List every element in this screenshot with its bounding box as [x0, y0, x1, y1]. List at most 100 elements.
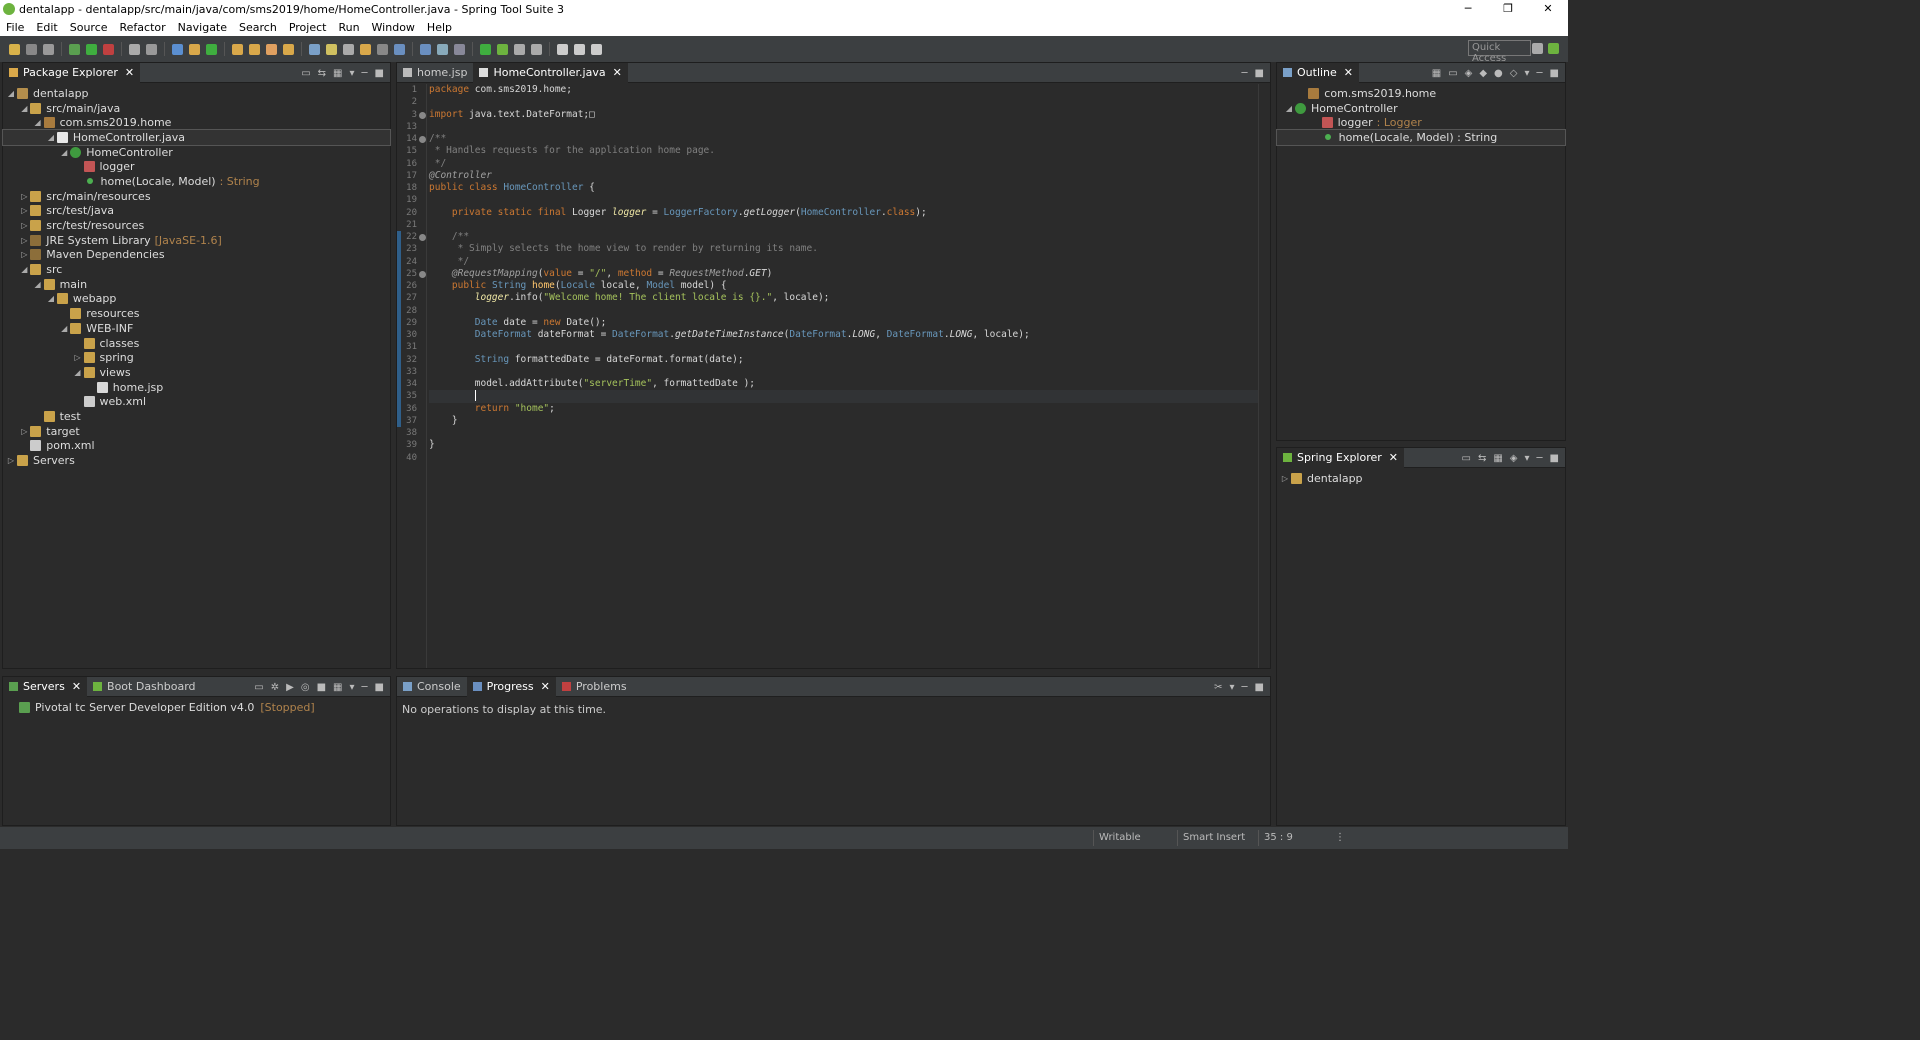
collapse-icon[interactable]: ▭: [254, 682, 263, 693]
maximize-view-icon[interactable]: ■: [1255, 682, 1264, 693]
debug-server-icon[interactable]: ✲: [271, 682, 279, 693]
tab-package-explorer[interactable]: Package Explorer ✕: [3, 62, 141, 83]
collapse-icon[interactable]: ◢: [18, 265, 30, 274]
code-line[interactable]: [429, 219, 1258, 231]
tree-item[interactable]: ◢ main: [3, 277, 390, 292]
boot-dashboard-icon[interactable]: [437, 43, 448, 55]
code-line[interactable]: String formattedDate = dateFormat.format…: [429, 354, 1258, 366]
server-row[interactable]: Pivotal tc Server Developer Edition v4.0…: [3, 700, 390, 715]
new-package-icon[interactable]: [189, 43, 200, 55]
tree-item[interactable]: ◢ webapp: [3, 292, 390, 307]
minimize-view-icon[interactable]: ─: [1537, 453, 1543, 464]
fold-toggle-icon[interactable]: [419, 111, 426, 119]
menu-run[interactable]: Run: [332, 21, 365, 34]
link-editor-icon[interactable]: ⇆: [318, 68, 326, 79]
close-icon[interactable]: ✕: [72, 680, 81, 693]
last-edit-icon[interactable]: [591, 43, 602, 55]
tree-item[interactable]: ▷ src/main/resources: [3, 189, 390, 204]
tree-item[interactable]: test: [3, 409, 390, 424]
collapse-icon[interactable]: ◢: [72, 368, 84, 377]
code-line[interactable]: */: [429, 256, 1258, 268]
tree-item[interactable]: ◢ dentalapp: [3, 86, 390, 101]
code-line[interactable]: logger.info("Welcome home! The client lo…: [429, 292, 1258, 304]
expand-icon[interactable]: ▷: [5, 456, 17, 465]
collapse-icon[interactable]: ◢: [45, 133, 57, 142]
open-resource-icon[interactable]: [283, 43, 294, 55]
menu-project[interactable]: Project: [283, 21, 333, 34]
code-line[interactable]: public class HomeController {: [429, 182, 1258, 194]
tree-item[interactable]: ◢ views: [3, 365, 390, 380]
expand-icon[interactable]: ▷: [18, 206, 30, 215]
insert-mode-status[interactable]: Smart Insert: [1177, 830, 1258, 846]
view-menu-icon[interactable]: ▾: [349, 682, 354, 693]
fold-toggle-icon[interactable]: [419, 136, 426, 143]
deploy-icon[interactable]: [146, 43, 157, 55]
new-icon[interactable]: [9, 43, 20, 55]
stop-server-icon[interactable]: ■: [317, 682, 326, 693]
code-line[interactable]: * Simply selects the home view to render…: [429, 243, 1258, 255]
editor-vertical-scrollbar[interactable]: [1258, 84, 1270, 668]
code-line[interactable]: @Controller: [429, 170, 1258, 182]
close-window-button[interactable]: ✕: [1528, 0, 1568, 18]
tree-item[interactable]: web.xml: [3, 394, 390, 409]
tree-item[interactable]: ◢ HomeController.java: [2, 129, 391, 146]
hide-static-icon[interactable]: ◆: [1479, 68, 1487, 79]
tree-item[interactable]: classes: [3, 336, 390, 351]
code-line[interactable]: /**: [429, 231, 1258, 243]
run-icon[interactable]: [86, 43, 97, 55]
code-line[interactable]: public String home(Locale locale, Model …: [429, 280, 1258, 292]
view-menu-icon[interactable]: ▾: [1524, 68, 1529, 79]
tab-problems[interactable]: Problems: [556, 677, 633, 697]
spring-icon[interactable]: [420, 43, 431, 55]
code-line[interactable]: }: [429, 439, 1258, 451]
tree-item[interactable]: ▷ dentalapp: [1277, 471, 1565, 486]
collapse-all-icon[interactable]: ▭: [301, 68, 310, 79]
code-line[interactable]: [429, 427, 1258, 439]
collapse-all-icon[interactable]: ▭: [1448, 68, 1457, 79]
maximize-editor-icon[interactable]: ■: [1255, 68, 1264, 79]
expand-icon[interactable]: ▷: [18, 236, 30, 245]
code-line[interactable]: [429, 305, 1258, 317]
expand-icon[interactable]: ▷: [72, 353, 84, 362]
relaunch-icon[interactable]: [480, 43, 491, 55]
tree-item[interactable]: resources: [3, 306, 390, 321]
hide-local-types-icon[interactable]: ◇: [1510, 68, 1518, 79]
stop-icon[interactable]: [129, 43, 140, 55]
publish-icon[interactable]: ▦: [333, 682, 342, 693]
code-line[interactable]: model.addAttribute("serverTime", formatt…: [429, 378, 1258, 390]
view-menu-icon[interactable]: ▾: [1524, 453, 1529, 464]
tree-item[interactable]: com.sms2019.home: [1277, 86, 1565, 101]
highlight-icon[interactable]: [326, 43, 337, 55]
more-status-icon[interactable]: ⋮: [1330, 830, 1345, 846]
view-menu-icon[interactable]: ▾: [349, 68, 354, 79]
profile-server-icon[interactable]: ◎: [301, 682, 310, 693]
view-menu-icon[interactable]: ▾: [1229, 682, 1234, 693]
menu-file[interactable]: File: [0, 21, 30, 34]
back-icon[interactable]: [557, 43, 568, 55]
search-icon[interactable]: [266, 43, 277, 55]
tree-item[interactable]: home(Locale, Model): String: [3, 174, 390, 189]
tab-boot-dashboard[interactable]: Boot Dashboard: [87, 677, 202, 697]
forward-icon[interactable]: [574, 43, 585, 55]
minimize-view-icon[interactable]: ─: [362, 68, 368, 79]
collapse-icon[interactable]: ◢: [32, 280, 44, 289]
tree-item[interactable]: pom.xml: [3, 439, 390, 454]
start-server-icon[interactable]: ▶: [286, 682, 294, 693]
menu-navigate[interactable]: Navigate: [172, 21, 233, 34]
maximize-button[interactable]: ❐: [1488, 0, 1528, 18]
tree-item[interactable]: home.jsp: [3, 380, 390, 395]
code-line[interactable]: */: [429, 158, 1258, 170]
tree-item[interactable]: ◢ com.sms2019.home: [3, 115, 390, 130]
maximize-view-icon[interactable]: ■: [1550, 453, 1559, 464]
spring-perspective-icon[interactable]: [1548, 43, 1559, 54]
tree-item[interactable]: ◢ HomeController: [1277, 101, 1565, 116]
tab-console[interactable]: Console: [397, 677, 467, 697]
tree-item[interactable]: home(Locale, Model) : String: [1276, 129, 1566, 146]
code-area[interactable]: package com.sms2019.home; import java.te…: [429, 84, 1258, 668]
tab-spring-explorer[interactable]: Spring Explorer ✕: [1277, 447, 1405, 468]
open-perspective-icon[interactable]: [1532, 43, 1543, 54]
sort-icon[interactable]: ▦: [1432, 68, 1441, 79]
new-java-project-icon[interactable]: [172, 43, 183, 55]
link-editor-icon[interactable]: ⇆: [1478, 453, 1486, 464]
tab-home-jsp[interactable]: home.jsp: [397, 63, 473, 83]
